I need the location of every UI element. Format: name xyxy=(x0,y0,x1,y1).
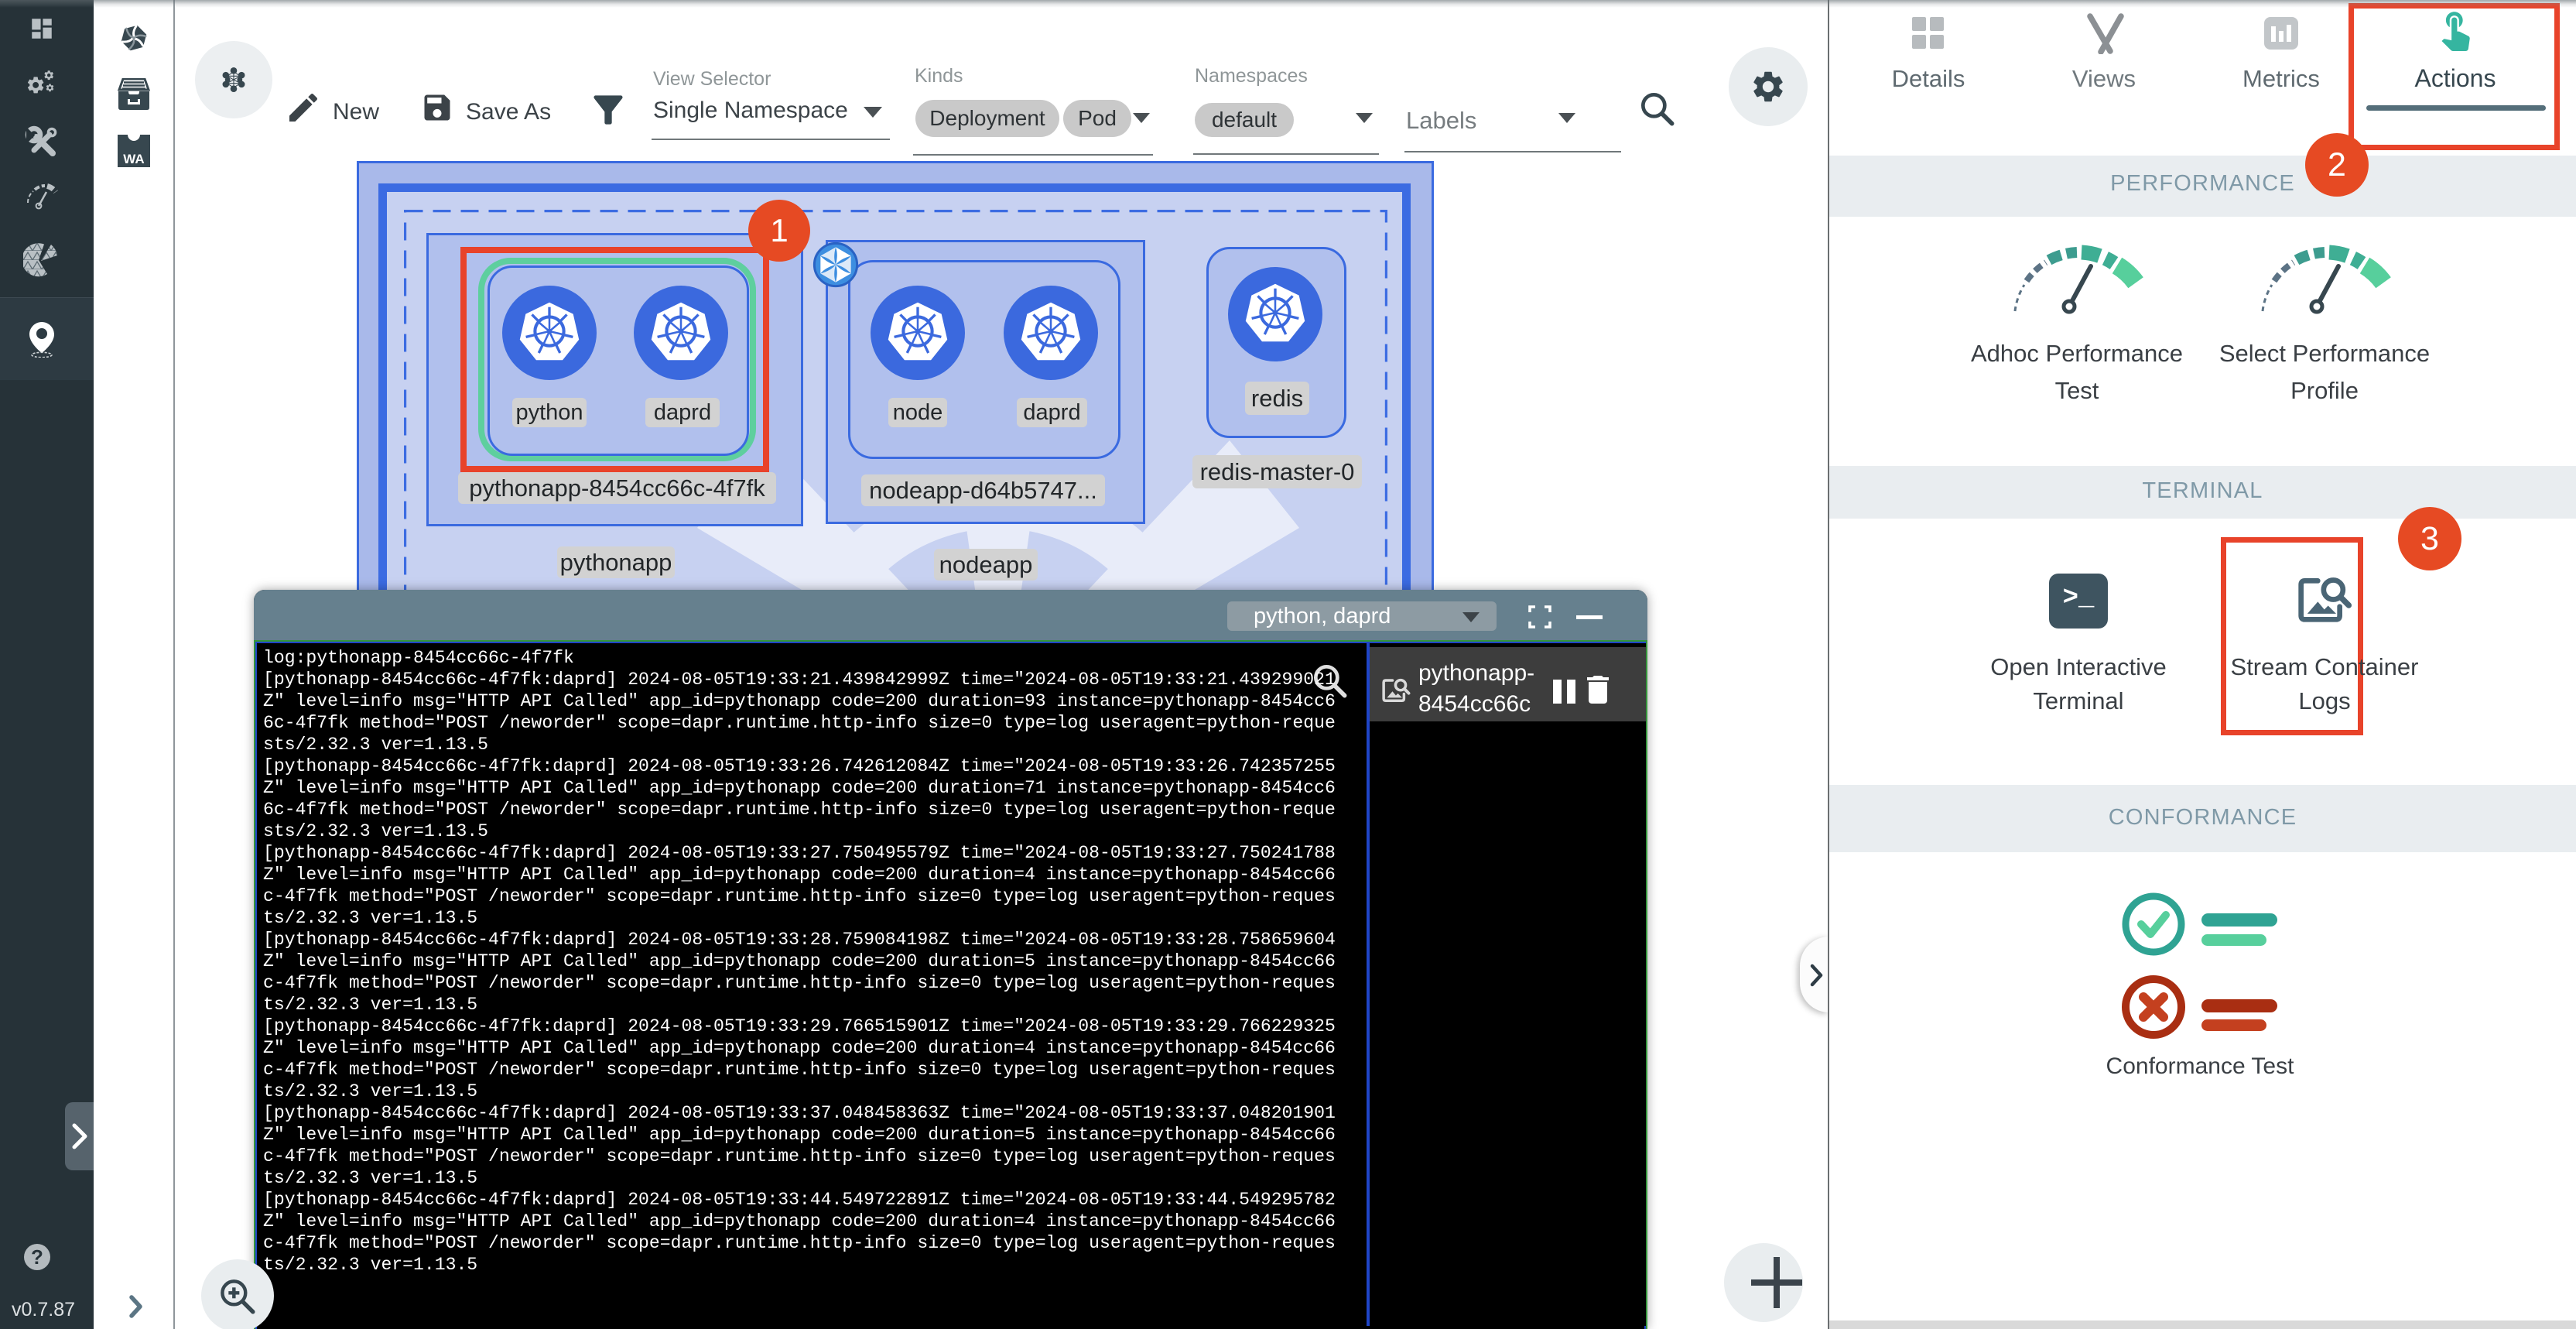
svg-text:WA: WA xyxy=(123,152,144,166)
